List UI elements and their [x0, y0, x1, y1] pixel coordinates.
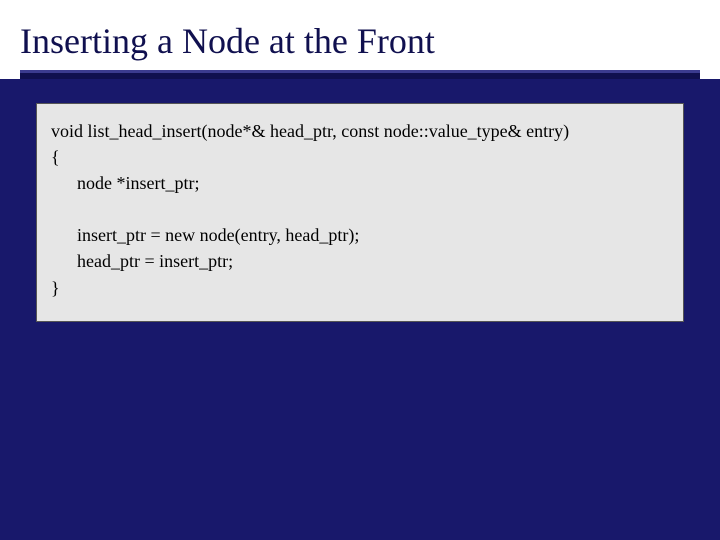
code-box: void list_head_insert(node*& head_ptr, c… [36, 103, 684, 322]
slide-title: Inserting a Node at the Front [20, 20, 700, 70]
code-line: void list_head_insert(node*& head_ptr, c… [51, 118, 665, 144]
code-line: head_ptr = insert_ptr; [51, 248, 665, 274]
code-line: { [51, 144, 665, 170]
code-line [51, 196, 665, 222]
header-area: Inserting a Node at the Front [0, 0, 720, 79]
title-rule [20, 70, 700, 79]
code-line: node *insert_ptr; [51, 170, 665, 196]
slide-body: void list_head_insert(node*& head_ptr, c… [0, 79, 720, 524]
code-line: insert_ptr = new node(entry, head_ptr); [51, 222, 665, 248]
code-line: } [51, 275, 665, 301]
